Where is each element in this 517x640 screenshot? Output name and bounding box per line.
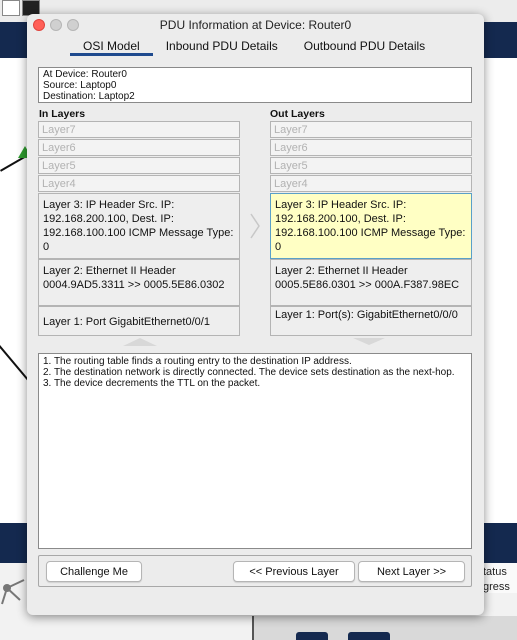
tab-bar: OSI Model Inbound PDU Details Outbound P… (70, 38, 438, 56)
out-layer-1[interactable]: Layer 1: Port(s): GigabitEthernet0/0/0 (270, 306, 472, 336)
out-layer-4: Layer4 (270, 175, 472, 192)
description-line: 3. The device decrements the TTL on the … (43, 378, 261, 389)
background-device-icon (1, 579, 25, 605)
in-layer-1[interactable]: Layer 1: Port GigabitEthernet0/0/1 (38, 306, 240, 336)
in-layer-7: Layer7 (38, 121, 240, 138)
tab-outbound-pdu-details[interactable]: Outbound PDU Details (291, 38, 438, 56)
out-layer-5: Layer5 (270, 157, 472, 174)
destination-device: Destination: Laptop2 (43, 91, 135, 102)
dialog-titlebar[interactable]: PDU Information at Device: Router0 (27, 14, 484, 36)
description-line: 2. The destination network is directly c… (43, 367, 455, 378)
minimize-icon[interactable] (50, 19, 62, 31)
in-layers-scroll-indicator (123, 338, 157, 346)
tab-osi-model[interactable]: OSI Model (70, 38, 153, 56)
background-progress-label: gress (483, 581, 510, 593)
in-layer-5: Layer5 (38, 157, 240, 174)
background-status-column: tatus gress (480, 563, 517, 593)
in-layer-4: Layer4 (38, 175, 240, 192)
next-layer-button[interactable]: Next Layer >> (358, 561, 465, 582)
source-device: Source: Laptop0 (43, 80, 117, 91)
out-layer-6: Layer6 (270, 139, 472, 156)
out-layer-2[interactable]: Layer 2: Ethernet II Header 0005.5E86.03… (270, 259, 472, 306)
out-layer-3[interactable]: Layer 3: IP Header Src. IP: 192.168.200.… (270, 193, 472, 259)
device-name: At Device: Router0 (43, 69, 127, 80)
maximize-icon[interactable] (67, 19, 79, 31)
layer-transition-arrow-icon (250, 213, 260, 239)
in-layer-3[interactable]: Layer 3: IP Header Src. IP: 192.168.200.… (38, 193, 240, 259)
background-toolbar-button (2, 0, 20, 16)
out-layer-7: Layer7 (270, 121, 472, 138)
device-info-box: At Device: Router0 Source: Laptop0 Desti… (38, 67, 472, 103)
in-layers-title: In Layers (39, 108, 86, 120)
close-icon[interactable] (33, 19, 45, 31)
challenge-me-button[interactable]: Challenge Me (46, 561, 142, 582)
description-line: 1. The routing table finds a routing ent… (43, 356, 352, 367)
in-layer-6: Layer6 (38, 139, 240, 156)
background-button (296, 632, 328, 640)
previous-layer-button[interactable]: << Previous Layer (233, 561, 355, 582)
dialog-button-bar: Challenge Me << Previous Layer Next Laye… (38, 555, 472, 587)
tab-inbound-pdu-details[interactable]: Inbound PDU Details (153, 38, 291, 56)
dialog-title: PDU Information at Device: Router0 (159, 18, 352, 32)
out-layers-title: Out Layers (270, 108, 325, 120)
in-layer-2[interactable]: Layer 2: Ethernet II Header 0004.9AD5.33… (38, 259, 240, 306)
out-layers-scroll-indicator (353, 338, 385, 345)
background-status-label: tatus (483, 566, 507, 578)
background-button (348, 632, 390, 640)
pdu-information-dialog: PDU Information at Device: Router0 OSI M… (27, 14, 484, 615)
layer-description-box: 1. The routing table finds a routing ent… (38, 353, 472, 549)
